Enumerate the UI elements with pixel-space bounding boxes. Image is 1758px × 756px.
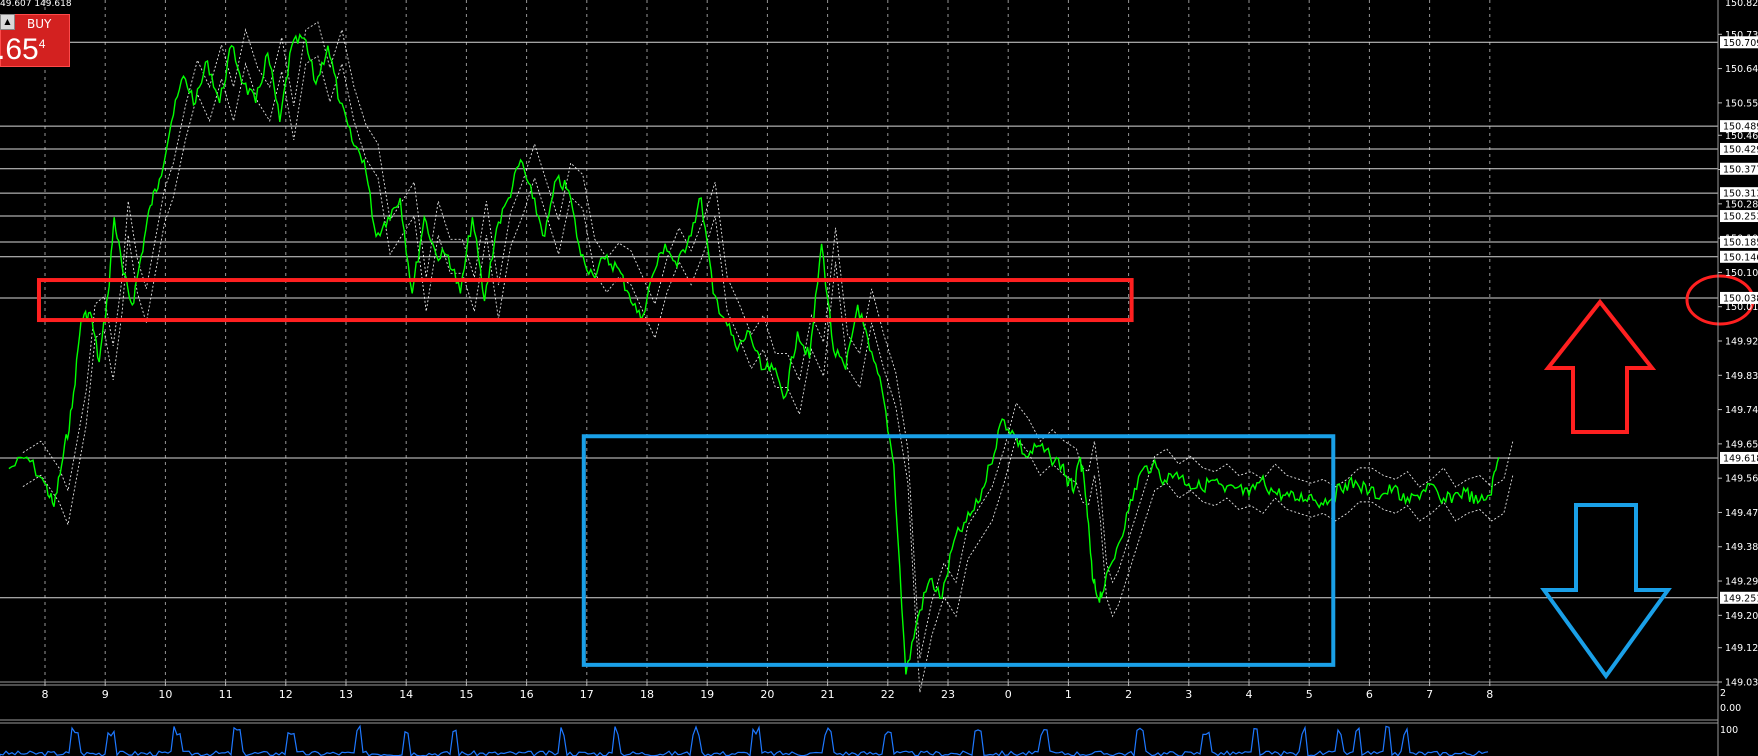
x-tick-label: 4 [1246,688,1253,701]
red-zone-rectangle[interactable] [36,278,1134,323]
indicator-label-zero: 0.00 [1720,703,1741,714]
annotations[interactable] [36,274,1755,680]
y-tick-label: 149.030 [1725,678,1758,689]
y-tick-label: 150.105 [1725,268,1758,279]
level-label: 150.185 [1723,237,1758,248]
buy-price: .654 [0,33,45,67]
level-label: 150.313 [1723,189,1758,200]
x-tick-label: 23 [941,688,955,701]
y-tick-label: 149.295 [1725,577,1758,588]
y-tick-label: 149.745 [1725,405,1758,416]
axes [0,0,1719,756]
y-tick-label: 149.835 [1725,371,1758,382]
x-tick-label: 10 [158,688,172,701]
x-tick-label: 14 [399,688,413,701]
y-tick-label: 150.285 [1725,199,1758,210]
level-label: 149.251 [1723,593,1758,604]
x-tick-label: 17 [580,688,594,701]
x-tick-label: 16 [520,688,534,701]
price-line [8,33,1500,675]
vertical-grid [44,0,1491,682]
x-tick-label: 2 [1125,688,1132,701]
volume-series [0,724,1489,756]
one-click-trading-panel[interactable]: BUY .654 ▲ 49.607 149.618 [0,0,72,68]
x-tick-label: 0 [1005,688,1012,701]
x-tick-label: 20 [760,688,774,701]
buy-price-pip: 4 [38,37,46,51]
buy-price-main: .65 [0,33,39,66]
blue-zone-rectangle[interactable] [581,434,1336,667]
level-label: 150.489 [1723,122,1758,133]
x-tick-label: 8 [1486,688,1493,701]
x-tick-label: 6 [1366,688,1373,701]
y-tick-label: 150.550 [1725,98,1758,109]
y-axis-ticks: 150.730150.640150.550150.465150.375150.2… [1718,0,1758,689]
x-tick-label: 11 [219,688,233,701]
y-tick-label: 149.205 [1725,611,1758,622]
x-tick-label: 1 [1065,688,1072,701]
x-tick-label: 12 [279,688,293,701]
caret-up-icon[interactable]: ▲ [0,14,15,30]
indicator-label-max: 2 [1720,688,1726,699]
blue-arrow-down-icon[interactable] [1540,503,1672,680]
x-tick-label: 3 [1185,688,1192,701]
level-label: 150.429 [1723,144,1758,155]
x-tick-label: 5 [1306,688,1313,701]
buy-label: BUY [27,17,52,31]
x-tick-label: 7 [1426,688,1433,701]
x-tick-label: 21 [821,688,835,701]
price-series [8,33,1500,675]
y-tick-label-partial: 150.820 [1725,0,1758,9]
x-tick-label: 22 [881,688,895,701]
x-tick-label: 15 [459,688,473,701]
x-tick-label: 9 [102,688,109,701]
red-arrow-up-icon[interactable] [1543,298,1657,434]
x-tick-label: 19 [700,688,714,701]
y-tick-label: 149.565 [1725,474,1758,485]
y-tick-label: 149.475 [1725,508,1758,519]
y-tick-label: 149.385 [1725,542,1758,553]
chart-canvas[interactable]: 150.730150.640150.550150.465150.375150.2… [0,0,1758,756]
x-tick-label: 18 [640,688,654,701]
indicator-label-100: 100 [1720,725,1738,736]
level-label: 150.146 [1723,252,1758,263]
y-tick-label: 149.655 [1725,439,1758,450]
x-tick-label: 8 [42,688,49,701]
bid-ask-readout: 49.607 149.618 [0,0,72,9]
volume-subwindow: 20.00100 [0,688,1741,756]
y-tick-label: 150.640 [1725,64,1758,75]
level-label: 150.377 [1723,164,1758,175]
level-label: 150.038 [1723,293,1758,304]
level-label: 150.253 [1723,212,1758,223]
y-tick-label: 149.925 [1725,337,1758,348]
x-tick-label: 13 [339,688,353,701]
level-label: 149.618 [1723,453,1758,464]
y-tick-label: 149.120 [1725,643,1758,654]
level-label: 150.709 [1723,38,1758,49]
